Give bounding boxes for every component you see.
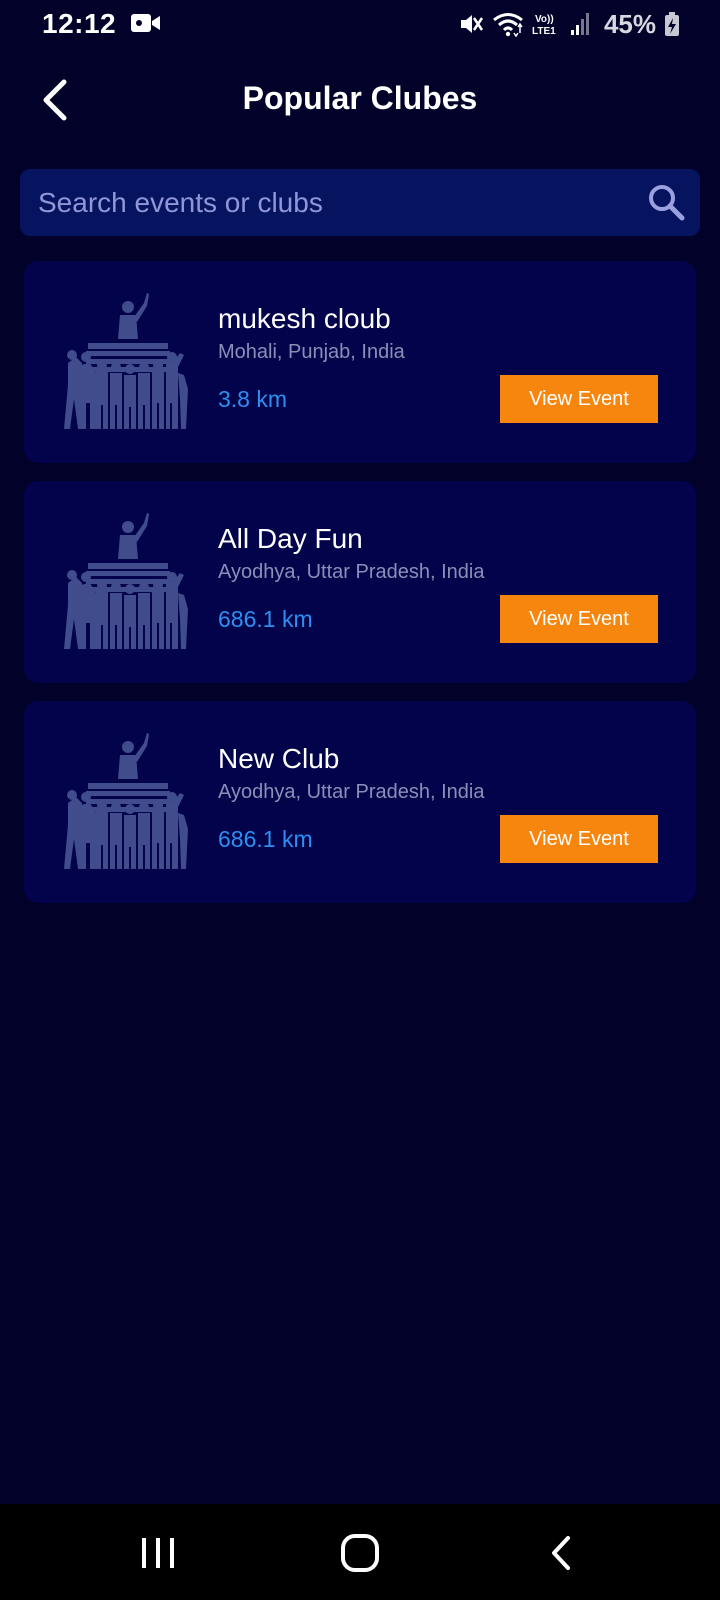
- view-event-button[interactable]: View Event: [500, 815, 658, 863]
- recent-apps-button[interactable]: [128, 1528, 188, 1578]
- back-icon: [552, 1536, 570, 1570]
- club-list: mukesh cloub Mohali, Punjab, India 3.8 k…: [24, 261, 696, 921]
- signal-icon: [570, 11, 590, 37]
- svg-text:Vo)): Vo)): [535, 14, 554, 25]
- battery-charging-icon: [664, 11, 680, 37]
- nav-back-button[interactable]: [532, 1528, 592, 1578]
- battery-percent: 45%: [603, 8, 656, 39]
- club-distance: 686.1 km: [218, 826, 313, 852]
- club-card[interactable]: mukesh cloub Mohali, Punjab, India 3.8 k…: [24, 261, 696, 463]
- system-nav-bar: [0, 1504, 720, 1600]
- status-icons: Vo)) LTE1 45%: [450, 8, 680, 40]
- club-distance: 3.8 km: [218, 386, 288, 412]
- home-button[interactable]: [330, 1528, 390, 1578]
- view-event-button[interactable]: View Event: [500, 595, 658, 643]
- search-icon[interactable]: [646, 182, 686, 222]
- club-location: Mohali, Punjab, India: [218, 341, 405, 363]
- search-bar[interactable]: [20, 169, 700, 236]
- club-distance: 686.1 km: [218, 606, 313, 632]
- network-label: Vo)) LTE1: [532, 11, 562, 37]
- screen: 12:12 Vo)) LTE1 45% Popular Clubes Searc…: [0, 0, 720, 1600]
- status-bar: 12:12 Vo)) LTE1 45%: [0, 0, 720, 48]
- club-dj-crowd-image: [64, 733, 188, 869]
- club-name: mukesh cloub: [218, 303, 391, 334]
- club-card[interactable]: All Day Fun Ayodhya, Uttar Pradesh, Indi…: [24, 481, 696, 683]
- mute-vibrate-icon: [458, 11, 484, 37]
- video-recording-icon: [131, 14, 160, 32]
- status-time: 12:12: [42, 8, 117, 39]
- club-name: All Day Fun: [218, 523, 363, 554]
- search-input[interactable]: [38, 169, 628, 236]
- wifi-icon: [492, 11, 524, 37]
- club-card[interactable]: New Club Ayodhya, Uttar Pradesh, India 6…: [24, 701, 696, 903]
- recent-apps-icon: [142, 1538, 174, 1568]
- club-location: Ayodhya, Uttar Pradesh, India: [218, 561, 485, 583]
- club-dj-crowd-image: [64, 513, 188, 649]
- svg-text:LTE1: LTE1: [532, 26, 556, 37]
- home-icon: [341, 1534, 379, 1572]
- club-name: New Club: [218, 743, 340, 774]
- view-event-button[interactable]: View Event: [500, 375, 658, 423]
- club-location: Ayodhya, Uttar Pradesh, India: [218, 781, 485, 803]
- club-dj-crowd-image: [64, 293, 188, 429]
- page-title: Popular Clubes: [242, 80, 478, 116]
